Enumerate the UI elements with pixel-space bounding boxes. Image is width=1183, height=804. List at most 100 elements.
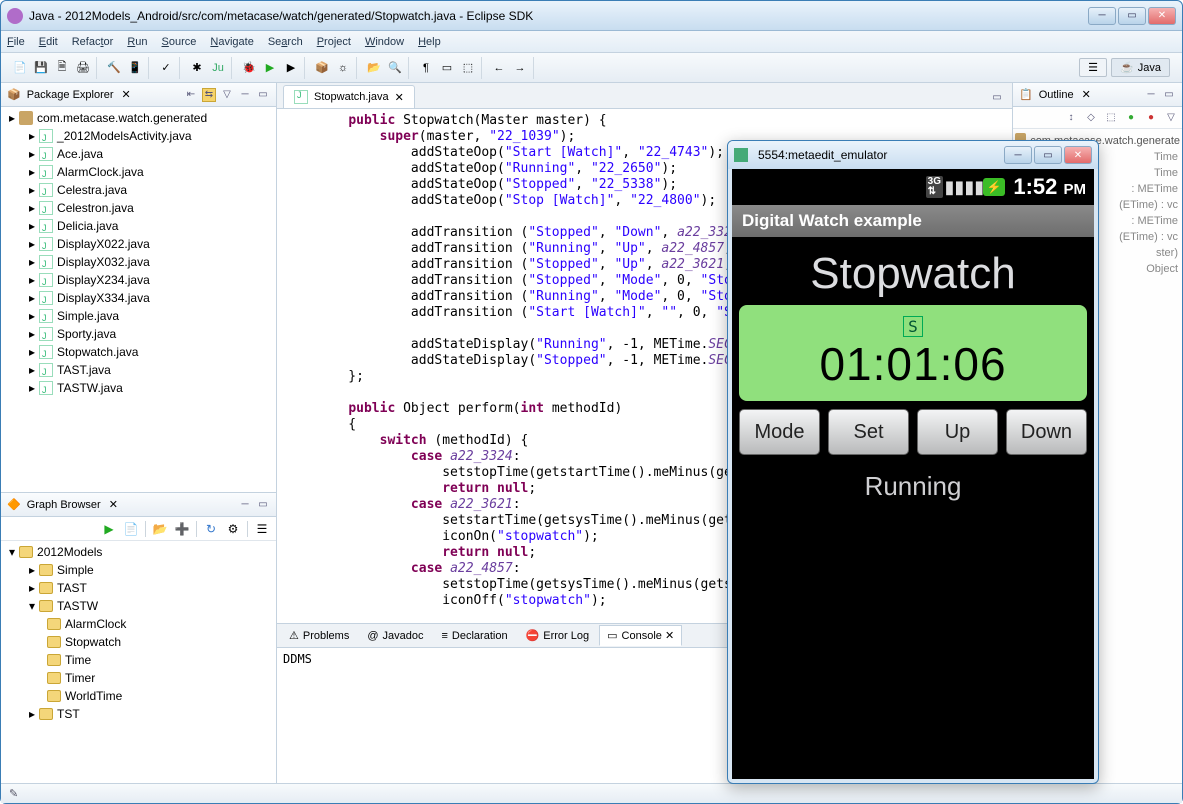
outline-public-icon[interactable]: ● (1124, 111, 1138, 125)
maximize-view-icon[interactable]: ▭ (256, 88, 270, 102)
minimize-button[interactable]: ─ (1088, 7, 1116, 25)
sw-button-mode[interactable]: Mode (739, 409, 820, 455)
gb-item[interactable]: ▸TAST (3, 579, 276, 597)
gb-add-icon[interactable]: ➕ (174, 521, 190, 537)
menu-help[interactable]: Help (418, 36, 441, 48)
java-file-item[interactable]: ▸DisplayX022.java (3, 235, 276, 253)
view-menu-icon[interactable]: ▽ (220, 88, 234, 102)
gb-item[interactable]: ▾TASTW (3, 597, 276, 615)
menu-search[interactable]: Search (268, 36, 303, 48)
menu-window[interactable]: Window (365, 36, 404, 48)
lower-tab-declaration[interactable]: ≡Declaration (434, 626, 516, 646)
toggle-mark-button[interactable]: ¶ (417, 59, 435, 77)
java-file-item[interactable]: ▸Stopwatch.java (3, 343, 276, 361)
show-whitespace-button[interactable]: ⬚ (459, 59, 477, 77)
outline-private-icon[interactable]: ● (1144, 111, 1158, 125)
debug-button[interactable]: 🐞 (240, 59, 258, 77)
outline-hide-icon[interactable]: ⬚ (1104, 111, 1118, 125)
run-last-button[interactable]: ▶ (282, 59, 300, 77)
menu-edit[interactable]: Edit (39, 36, 58, 48)
gb-item[interactable]: ▸Simple (3, 561, 276, 579)
junit-button[interactable]: Ju (209, 59, 227, 77)
gb-item[interactable]: ▸TST (3, 705, 276, 723)
java-file-item[interactable]: ▸AlarmClock.java (3, 163, 276, 181)
lower-tab-error-log[interactable]: ⛔Error Log (518, 625, 598, 646)
gb-root[interactable]: ▾2012Models (3, 543, 276, 561)
graph-tree[interactable]: ▾2012Models▸Simple▸TAST▾TASTWAlarmClockS… (1, 541, 276, 783)
java-file-item[interactable]: ▸DisplayX234.java (3, 271, 276, 289)
sw-button-down[interactable]: Down (1006, 409, 1087, 455)
view-close-icon[interactable]: ✕ (122, 88, 131, 101)
outline-menu-icon[interactable]: ▽ (1164, 111, 1178, 125)
emulator-titlebar[interactable]: 5554:metaedit_emulator ─ ▭ ✕ (728, 141, 1098, 169)
collapse-all-icon[interactable]: ⇤ (184, 88, 198, 102)
lower-tab-problems[interactable]: ⚠Problems (281, 625, 357, 646)
java-file-item[interactable]: ▸_2012ModelsActivity.java (3, 127, 276, 145)
lower-tab-javadoc[interactable]: @Javadoc (359, 626, 431, 646)
forward-button[interactable]: → (511, 59, 529, 77)
java-file-item[interactable]: ▸DisplayX032.java (3, 253, 276, 271)
back-button[interactable]: ← (490, 59, 508, 77)
minimize-view-icon[interactable]: ─ (238, 88, 252, 102)
gb-run-icon[interactable]: ▶ (101, 521, 117, 537)
java-file-item[interactable]: ▸Ace.java (3, 145, 276, 163)
new-package-button[interactable]: 📦 (313, 59, 331, 77)
outline-filter-icon[interactable]: ◇ (1084, 111, 1098, 125)
package-node[interactable]: ▸com.metacase.watch.generated (3, 109, 276, 127)
gb-sub-item[interactable]: AlarmClock (3, 615, 276, 633)
minimize-view-icon[interactable]: ─ (1144, 88, 1158, 102)
save-all-button[interactable]: 🗎 (53, 59, 71, 77)
java-file-item[interactable]: ▸Delicia.java (3, 217, 276, 235)
gb-sub-item[interactable]: Timer (3, 669, 276, 687)
sw-button-up[interactable]: Up (917, 409, 998, 455)
open-perspective-button[interactable]: ☰ (1079, 58, 1107, 77)
emulator-close-button[interactable]: ✕ (1064, 146, 1092, 164)
sw-button-set[interactable]: Set (828, 409, 909, 455)
build-button[interactable]: 🔨 (105, 59, 123, 77)
gb-sub-item[interactable]: Time (3, 651, 276, 669)
tab-close-icon[interactable]: ✕ (395, 91, 404, 104)
emulator-window[interactable]: 5554:metaedit_emulator ─ ▭ ✕ 3G⇅ ▮▮▮▮ ⚡ … (727, 140, 1099, 784)
maximize-button[interactable]: ▭ (1118, 7, 1146, 25)
menu-project[interactable]: Project (317, 36, 351, 48)
lower-tab-console[interactable]: ▭Console ✕ (599, 625, 682, 646)
menu-refactor[interactable]: Refactor (72, 36, 114, 48)
maximize-view-icon[interactable]: ▭ (1162, 88, 1176, 102)
gb-sub-item[interactable]: WorldTime (3, 687, 276, 705)
close-button[interactable]: ✕ (1148, 7, 1176, 25)
save-button[interactable]: 💾 (32, 59, 50, 77)
menu-file[interactable]: File (7, 36, 25, 48)
menu-navigate[interactable]: Navigate (210, 36, 253, 48)
maximize-view-icon[interactable]: ▭ (256, 498, 270, 512)
gb-open-icon[interactable]: 📂 (152, 521, 168, 537)
print-button[interactable]: 🖨 (74, 59, 92, 77)
java-file-item[interactable]: ▸Sporty.java (3, 325, 276, 343)
gb-refresh-icon[interactable]: ↻ (203, 521, 219, 537)
outline-sort-icon[interactable]: ↕ (1064, 111, 1078, 125)
block-select-button[interactable]: ▭ (438, 59, 456, 77)
gb-sub-item[interactable]: Stopwatch (3, 633, 276, 651)
java-file-item[interactable]: ▸TAST.java (3, 361, 276, 379)
view-close-icon[interactable]: ✕ (109, 498, 118, 511)
editor-tab-stopwatch[interactable]: Stopwatch.java ✕ (283, 85, 415, 108)
open-type-button[interactable]: 📂 (365, 59, 383, 77)
package-tree[interactable]: ▸com.metacase.watch.generated▸_2012Model… (1, 107, 276, 492)
emulator-minimize-button[interactable]: ─ (1004, 146, 1032, 164)
emulator-maximize-button[interactable]: ▭ (1034, 146, 1062, 164)
gb-settings-icon[interactable]: ⚙ (225, 521, 241, 537)
check-button[interactable]: ✓ (157, 59, 175, 77)
gb-new-icon[interactable]: 📄 (123, 521, 139, 537)
device-button[interactable]: 📱 (126, 59, 144, 77)
minimize-view-icon[interactable]: ─ (238, 498, 252, 512)
run-button[interactable]: ▶ (261, 59, 279, 77)
menu-source[interactable]: Source (162, 36, 197, 48)
search-button[interactable]: 🔍 (386, 59, 404, 77)
java-file-item[interactable]: ▸DisplayX334.java (3, 289, 276, 307)
java-perspective-button[interactable]: ☕ Java (1111, 58, 1170, 77)
java-file-item[interactable]: ▸Celestron.java (3, 199, 276, 217)
link-editor-icon[interactable]: ⇆ (202, 88, 216, 102)
new-type-button[interactable]: ☼ (334, 59, 352, 77)
java-file-item[interactable]: ▸Celestra.java (3, 181, 276, 199)
java-file-item[interactable]: ▸TASTW.java (3, 379, 276, 397)
view-close-icon[interactable]: ✕ (1082, 88, 1091, 101)
